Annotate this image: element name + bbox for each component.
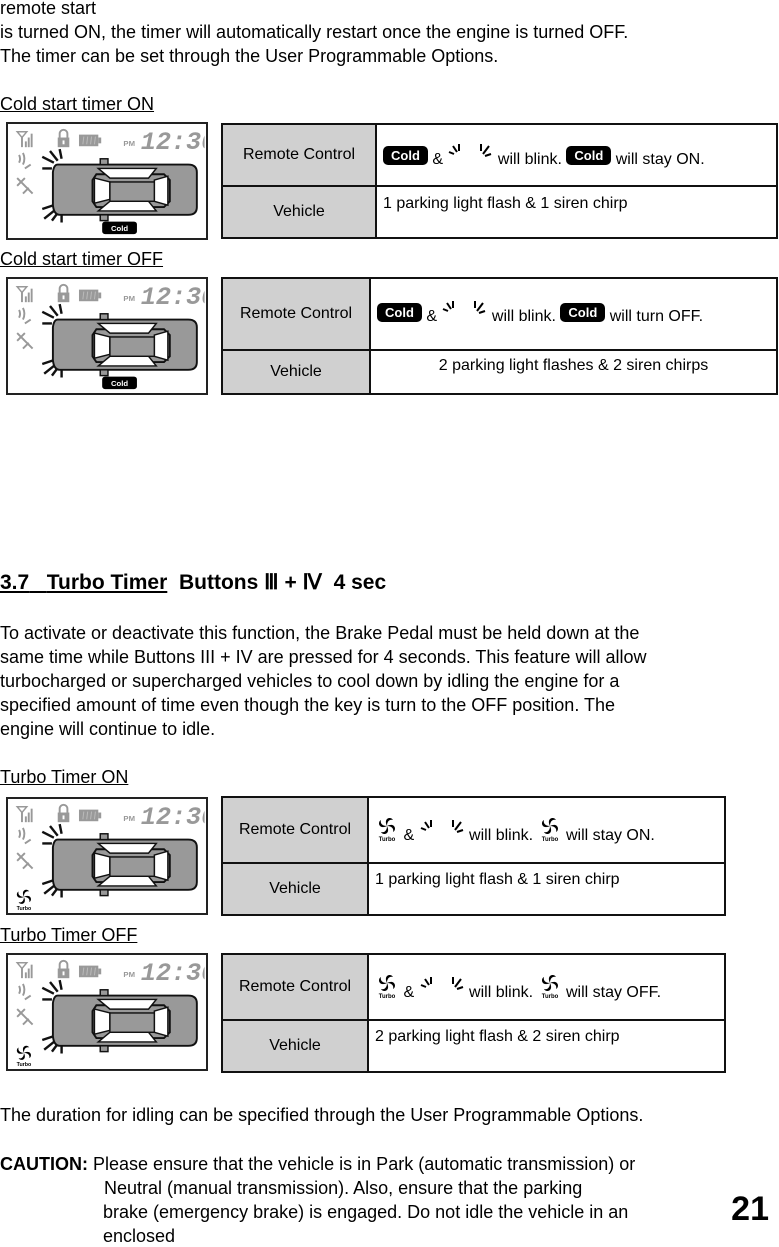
caution-line-2: Neutral (manual transmission). Also, ens… — [104, 1178, 583, 1198]
row-label: Vehicle — [221, 185, 377, 239]
section-duration: 4 sec — [333, 571, 387, 594]
turbo-icon — [375, 973, 399, 999]
turbo-indicator — [16, 1045, 32, 1068]
table-row: Vehicle 2 parking light flash & 2 siren … — [221, 1019, 726, 1073]
section-buttons-label: Buttons — [178, 571, 259, 594]
table-row: Vehicle 1 parking light flash & 1 siren … — [221, 862, 726, 916]
intro-line-3: The timer can be set through the User Pr… — [0, 46, 499, 66]
car-icon: Cold — [8, 124, 206, 235]
section-number: 3.7 — [0, 571, 30, 594]
car-icon — [8, 799, 206, 912]
para-line: To activate or deactivate this function,… — [0, 623, 640, 643]
row-label: Remote Control — [221, 277, 371, 351]
para-line: same time while Buttons III + IV are pre… — [0, 647, 647, 667]
row-value: 1 parking light flash & 1 siren chirp — [375, 185, 778, 239]
section-heading: 3.7 Turbo Timer Buttons Ⅲ + Ⅳ 4 sec — [0, 570, 386, 595]
lcd-display-cold-off: Cold — [6, 277, 208, 395]
row-value: 2 parking light flash & 2 siren chirp — [367, 1019, 726, 1073]
cold-indicator: Cold — [111, 379, 128, 388]
turbo-indicator — [16, 889, 32, 912]
row-label: Vehicle — [221, 349, 371, 395]
cold-on-heading: Cold start timer ON — [0, 94, 155, 114]
car-icon — [8, 955, 206, 1068]
turbo-icon — [375, 816, 399, 842]
blink-icon — [441, 299, 487, 319]
turbo-on-table: Remote Control & will blink. will stay O… — [221, 796, 726, 916]
row-value: & will blink. will stay OFF. — [367, 953, 726, 1021]
car-icon: Cold — [8, 279, 206, 390]
cold-on-table: Remote Control Cold & will blink. Cold w… — [221, 123, 778, 239]
row-value: Cold & will blink. Cold will turn OFF. — [369, 277, 778, 351]
cold-off-heading: Cold start timer OFF — [0, 249, 164, 269]
para-line: turbocharged or supercharged vehicles to… — [0, 671, 620, 691]
para-line: specified amount of time even though the… — [0, 695, 616, 715]
section-title: Turbo Timer — [46, 571, 168, 594]
caution-line-3: brake (emergency brake) is engaged. Do n… — [103, 1202, 629, 1222]
table-row: Remote Control & will blink. will stay O… — [221, 953, 726, 1021]
turbo-icon — [538, 816, 562, 842]
row-label: Vehicle — [221, 1019, 369, 1073]
turbo-off-table: Remote Control & will blink. will stay O… — [221, 953, 726, 1073]
para-line: engine will continue to idle. — [0, 719, 216, 739]
row-label: Remote Control — [221, 123, 377, 187]
cold-icon: Cold — [560, 303, 606, 322]
section-button-ids: Ⅲ + Ⅳ — [264, 571, 322, 594]
row-value: 2 parking light flashes & 2 siren chirps — [369, 349, 778, 395]
blink-icon — [419, 975, 465, 995]
duration-note: The duration for idling can be specified… — [0, 1105, 644, 1125]
cold-icon: Cold — [383, 145, 428, 165]
row-value: 1 parking light flash & 1 siren chirp — [367, 862, 726, 916]
turbo-icon — [538, 973, 562, 999]
table-row: Remote Control & will blink. will stay O… — [221, 796, 726, 864]
cold-icon: Cold — [566, 145, 612, 165]
turbo-off-heading: Turbo Timer OFF — [0, 925, 138, 945]
lcd-display-turbo-on — [6, 797, 208, 915]
cold-icon: Cold — [377, 303, 422, 322]
row-label: Remote Control — [221, 796, 369, 864]
caution-label: CAUTION: — [0, 1154, 88, 1174]
row-label: Remote Control — [221, 953, 369, 1021]
turbo-on-heading: Turbo Timer ON — [0, 767, 129, 787]
page-number: 21 — [731, 1190, 769, 1228]
lcd-display-cold-on: Cold — [6, 122, 208, 240]
table-row: Vehicle 1 parking light flash & 1 siren … — [221, 185, 778, 239]
lcd-display-turbo-off — [6, 953, 208, 1071]
row-value: Cold & will blink. Cold will stay ON. — [375, 123, 778, 187]
intro-line-2: is turned ON, the timer will automatical… — [0, 22, 629, 42]
table-row: Vehicle 2 parking light flashes & 2 sire… — [221, 349, 778, 395]
row-value: & will blink. will stay ON. — [367, 796, 726, 864]
table-row: Remote Control Cold & will blink. Cold w… — [221, 277, 778, 351]
blink-icon — [447, 142, 493, 162]
intro-line-1: remote start — [0, 0, 97, 18]
blink-icon — [419, 818, 465, 838]
row-label: Vehicle — [221, 862, 369, 916]
caution-line-1: CAUTION: Please ensure that the vehicle … — [0, 1154, 636, 1174]
caution-line-4: enclosed — [103, 1226, 176, 1246]
cold-indicator: Cold — [111, 224, 128, 233]
cold-off-table: Remote Control Cold & will blink. Cold w… — [221, 277, 778, 395]
table-row: Remote Control Cold & will blink. Cold w… — [221, 123, 778, 187]
